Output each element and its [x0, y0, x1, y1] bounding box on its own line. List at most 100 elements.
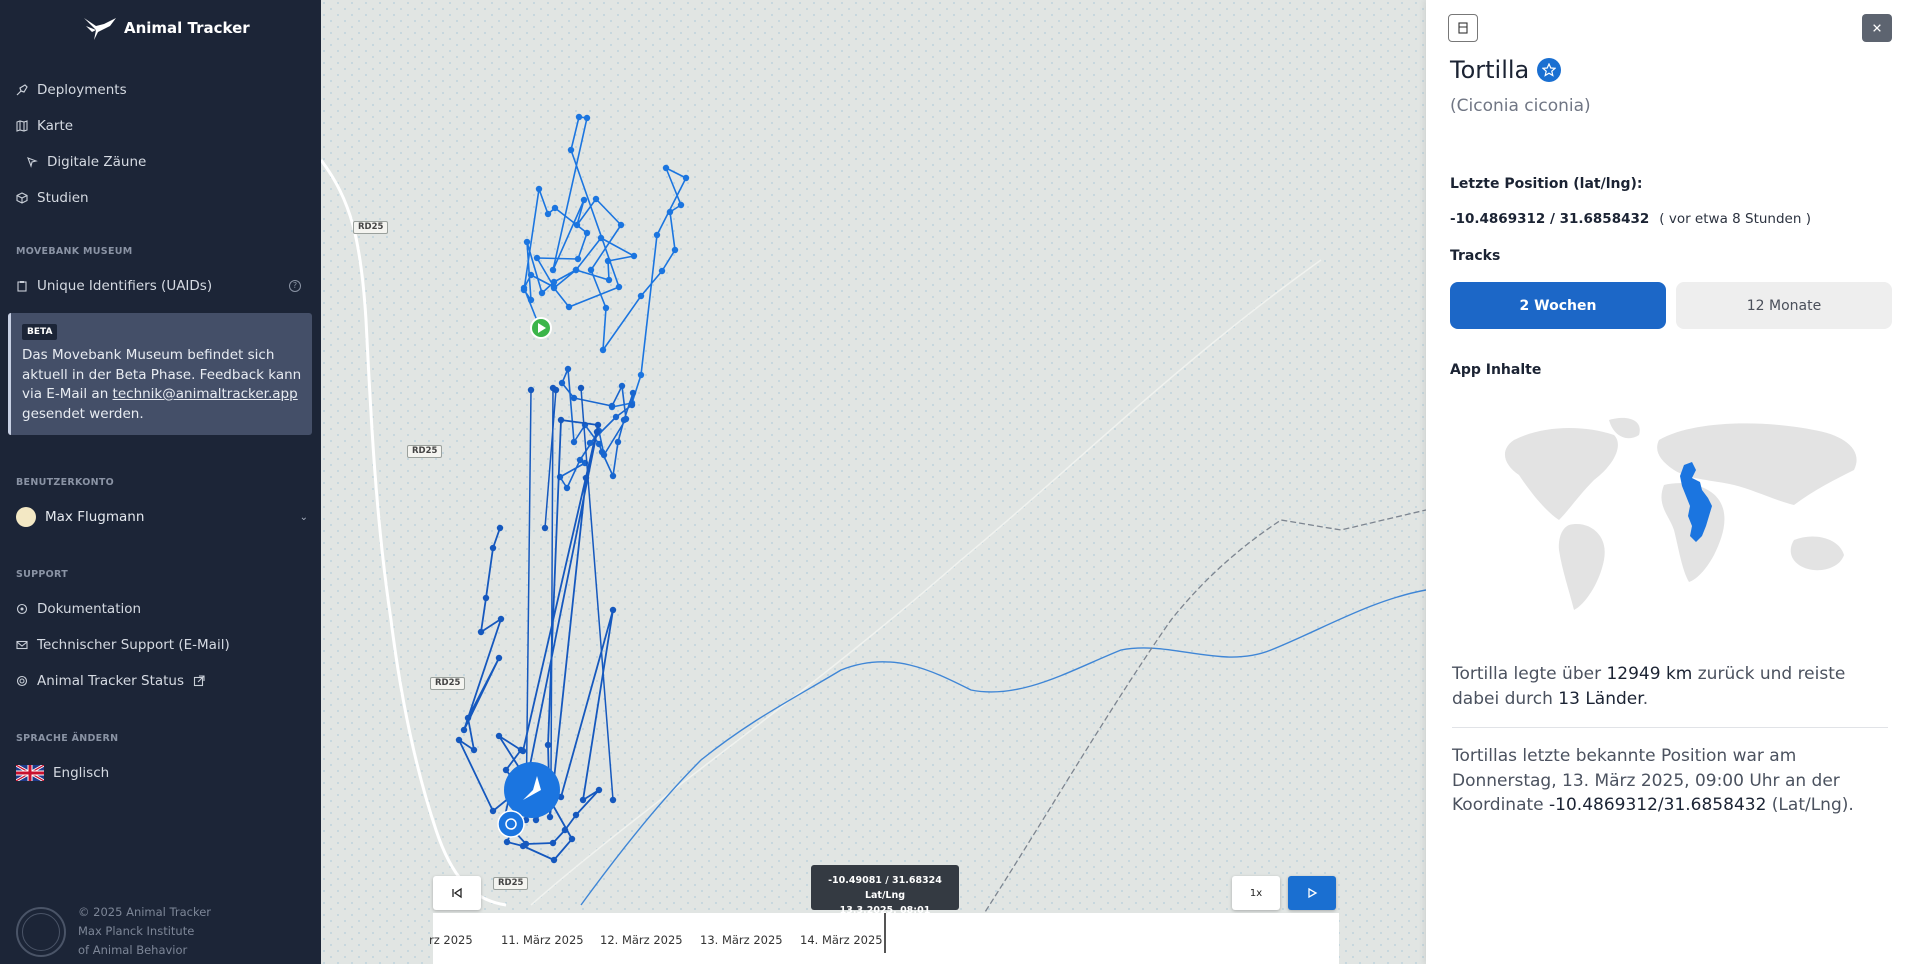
track-point[interactable]: [541, 524, 549, 532]
track-point[interactable]: [583, 229, 591, 237]
track-point[interactable]: [550, 284, 558, 292]
track-point[interactable]: [527, 296, 535, 304]
track-point[interactable]: [549, 384, 557, 392]
track-point[interactable]: [579, 796, 587, 804]
track-point[interactable]: [615, 283, 623, 291]
tab-12-monate[interactable]: 12 Monate: [1676, 282, 1892, 329]
track-point[interactable]: [618, 382, 626, 390]
track-point[interactable]: [502, 766, 510, 774]
track-point[interactable]: [520, 286, 528, 294]
nav-deployments[interactable]: Deployments: [16, 79, 127, 101]
track-point[interactable]: [637, 371, 645, 379]
track-point[interactable]: [464, 714, 472, 722]
track-point[interactable]: [527, 386, 535, 394]
track-point[interactable]: [550, 278, 558, 286]
nav-dokumentation[interactable]: Dokumentation: [16, 598, 141, 620]
track-point[interactable]: [628, 401, 636, 409]
track-point[interactable]: [523, 238, 531, 246]
sidebar-toggle-button[interactable]: [1448, 14, 1478, 42]
close-button[interactable]: [1862, 14, 1892, 42]
track-point[interactable]: [605, 276, 613, 284]
track-point[interactable]: [495, 732, 503, 740]
track-point[interactable]: [482, 594, 490, 602]
track-point[interactable]: [564, 365, 572, 373]
nav-uaids[interactable]: Unique Identifiers (UAIDs): [16, 275, 212, 297]
track-point[interactable]: [489, 544, 497, 552]
track-point[interactable]: [597, 234, 605, 242]
track-point[interactable]: [496, 524, 504, 532]
nav-studien[interactable]: Studien: [16, 187, 89, 209]
nav-support-email[interactable]: Technischer Support (E-Mail): [16, 634, 230, 656]
track-point[interactable]: [568, 835, 576, 843]
track-point[interactable]: [612, 413, 620, 421]
help-icon[interactable]: ?: [289, 280, 301, 292]
track-point[interactable]: [637, 292, 645, 300]
track-point[interactable]: [503, 838, 511, 846]
track-point[interactable]: [570, 438, 578, 446]
track-point[interactable]: [620, 416, 628, 424]
track-point[interactable]: [497, 615, 505, 623]
favorite-star-icon[interactable]: [1537, 58, 1562, 82]
beta-email-link[interactable]: technik@animaltracker.app: [113, 386, 298, 402]
app-logo[interactable]: Animal Tracker: [82, 14, 250, 42]
play-button[interactable]: [1288, 876, 1336, 910]
track-point[interactable]: [544, 210, 552, 218]
track-point[interactable]: [565, 303, 573, 311]
track-point[interactable]: [519, 747, 527, 755]
nav-status[interactable]: Animal Tracker Status: [16, 670, 205, 692]
track-point[interactable]: [576, 456, 584, 464]
track-point[interactable]: [614, 438, 622, 446]
track-point[interactable]: [470, 746, 478, 754]
tab-2-wochen[interactable]: 2 Wochen: [1450, 282, 1666, 329]
track-point[interactable]: [677, 201, 685, 209]
track-point[interactable]: [586, 439, 594, 447]
track-point[interactable]: [538, 289, 546, 297]
current-position-marker[interactable]: [504, 762, 560, 818]
track-point[interactable]: [595, 786, 603, 794]
track-point[interactable]: [599, 346, 607, 354]
track-point[interactable]: [580, 196, 588, 204]
track-point[interactable]: [572, 811, 580, 819]
track-point[interactable]: [583, 114, 591, 122]
track-point[interactable]: [549, 839, 557, 847]
track-point[interactable]: [577, 384, 585, 392]
track-point[interactable]: [551, 204, 559, 212]
track-point[interactable]: [629, 389, 637, 397]
track-point[interactable]: [546, 813, 554, 821]
skip-back-button[interactable]: [433, 876, 481, 910]
locate-marker[interactable]: [497, 810, 525, 838]
track-point[interactable]: [550, 856, 558, 864]
track-point[interactable]: [653, 231, 661, 239]
track-point[interactable]: [495, 654, 503, 662]
track-point[interactable]: [567, 146, 575, 154]
user-menu[interactable]: Max Flugmann ⌄: [16, 507, 308, 527]
track-point[interactable]: [477, 628, 485, 636]
track-point[interactable]: [563, 484, 571, 492]
track-point[interactable]: [598, 448, 606, 456]
track-point[interactable]: [666, 208, 674, 216]
nav-karte[interactable]: Karte: [16, 115, 73, 137]
track-point[interactable]: [630, 252, 638, 260]
track-point[interactable]: [519, 842, 527, 850]
track-point[interactable]: [455, 736, 463, 744]
map-canvas[interactable]: [321, 0, 1426, 964]
track-point[interactable]: [682, 174, 690, 182]
track-point[interactable]: [489, 807, 497, 815]
track-point[interactable]: [587, 266, 595, 274]
nav-digitale-zaeune[interactable]: Digitale Zäune: [26, 151, 146, 173]
track-point[interactable]: [609, 606, 617, 614]
timeline-cursor[interactable]: [884, 913, 886, 953]
map-view[interactable]: RD25 RD25 RD25 RD25 -10.49081 / 31.68324…: [321, 0, 1426, 964]
track-point[interactable]: [575, 113, 583, 121]
track-point[interactable]: [662, 164, 670, 172]
track-point[interactable]: [557, 416, 565, 424]
timeline[interactable]: rz 2025 11. März 2025 12. März 2025 13. …: [429, 913, 1339, 964]
track-point[interactable]: [570, 394, 578, 402]
track-point[interactable]: [671, 246, 679, 254]
track-point[interactable]: [533, 254, 541, 262]
track-point[interactable]: [593, 428, 601, 436]
track-point[interactable]: [609, 472, 617, 480]
track-point[interactable]: [617, 221, 625, 229]
track-point[interactable]: [535, 185, 543, 193]
speed-button[interactable]: 1x: [1232, 876, 1280, 910]
